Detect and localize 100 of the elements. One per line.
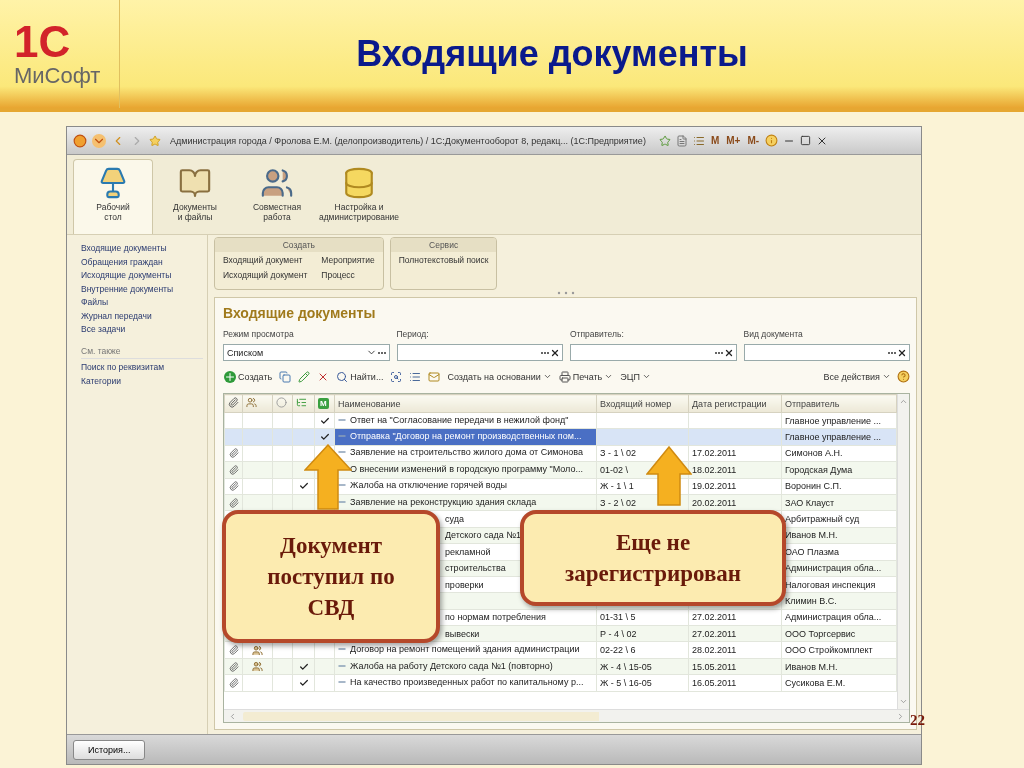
info-icon[interactable]	[765, 134, 779, 147]
column-header[interactable]: Наименование	[334, 394, 597, 413]
people-icon	[260, 166, 294, 200]
caret-icon	[542, 372, 552, 381]
section-tab[interactable]: Рабочий стол	[73, 159, 153, 234]
sidebar-link[interactable]: Входящие документы	[81, 243, 203, 253]
toolbar-button[interactable]: Создать	[223, 370, 274, 383]
sidebar-link[interactable]: Журнал передачи	[81, 310, 203, 321]
command-link[interactable]: Полнотекстовый поиск	[398, 255, 489, 265]
ellipsis-icon[interactable]	[540, 350, 550, 355]
table-cell: Договор на ремонт помещений здания администрации	[350, 644, 580, 655]
table-cell: по нормам потребления	[445, 612, 546, 623]
dropdown-field[interactable]: Списком	[223, 344, 390, 361]
sidebar-link[interactable]: Категории	[81, 375, 203, 386]
scroll-down-icon[interactable]	[899, 697, 908, 706]
table-cell: Ж - 4 \ 15-05	[596, 658, 689, 675]
circle-icon	[276, 397, 287, 408]
memory-button[interactable]: M	[709, 135, 721, 146]
toolbar-button[interactable]	[278, 370, 293, 383]
command-link[interactable]: Процесс	[321, 270, 375, 280]
help-icon[interactable]	[897, 370, 910, 383]
menu-icon[interactable]	[92, 133, 106, 148]
scroll-right-icon[interactable]	[896, 711, 905, 721]
table-cell: Воронин С.П.	[781, 478, 897, 495]
table-cell: Жалоба на отключение горячей воды	[350, 480, 507, 491]
column-header[interactable]: Дата регистрации	[688, 394, 782, 413]
column-header[interactable]: Отправитель	[781, 394, 897, 413]
toolbar-button[interactable]	[408, 370, 423, 383]
table-cell: строительства	[445, 563, 506, 574]
document-icon[interactable]	[675, 134, 688, 147]
column-header[interactable]	[224, 394, 243, 413]
toolbar-button[interactable]: ЭЦП	[619, 371, 652, 382]
toolbar-button[interactable]: Печать	[557, 370, 615, 383]
section-tab[interactable]: Настройка и администрирование	[319, 159, 399, 234]
group-title: Создать	[215, 238, 383, 252]
scroll-up-icon[interactable]	[899, 397, 908, 406]
command-link[interactable]: Исходящий документ	[223, 270, 308, 280]
add-favorite-icon[interactable]	[658, 134, 671, 147]
input-field[interactable]	[743, 344, 910, 361]
column-header[interactable]	[242, 394, 273, 413]
sidebar-link[interactable]: Исходящие документы	[81, 270, 203, 280]
column-header[interactable]	[292, 394, 315, 413]
history-button[interactable]: История...	[73, 739, 146, 760]
window-title: Администрация города / Фролова Е.М. (делопроизводитель) / 1С:Документооборот 8, редакц... (1С:Предприятие)	[170, 135, 646, 146]
section-tab[interactable]: Совместная работа	[237, 159, 317, 234]
paperclip-icon	[228, 677, 239, 688]
all-actions-button[interactable]: Все действия	[822, 371, 892, 382]
ellipsis-icon[interactable]	[376, 350, 387, 355]
table-cell: 28.02.2011	[688, 641, 782, 659]
paperclip-icon	[228, 397, 239, 408]
memory-button[interactable]: M+	[725, 135, 742, 146]
table-cell: вывески	[445, 628, 480, 639]
ellipsis-icon[interactable]	[887, 350, 897, 355]
sidebar-link[interactable]: Файлы	[81, 297, 203, 307]
table-cell: Р - 4 \ 02	[596, 625, 689, 642]
sidebar-link[interactable]: Обращения граждан	[81, 256, 203, 267]
input-field[interactable]	[396, 344, 563, 361]
sidebar-link[interactable]: Внутренние документы	[81, 283, 203, 294]
command-link[interactable]: Мероприятие	[321, 255, 375, 265]
vertical-scrollbar[interactable]	[897, 394, 909, 709]
favorites-icon[interactable]	[149, 134, 161, 147]
horizontal-scrollbar[interactable]	[224, 709, 909, 722]
list-icon[interactable]	[692, 134, 705, 147]
printer-icon	[558, 370, 571, 383]
table-cell: Главное управление ...	[781, 412, 897, 429]
filter-label: Отправитель:	[570, 329, 625, 339]
table-cell: 02-22 \ 6	[596, 641, 689, 659]
sidebar-heading: См. также	[81, 345, 203, 359]
checkmark-icon	[319, 415, 330, 426]
slide-title: Входящие документы	[355, 33, 749, 75]
memory-button[interactable]: M-	[746, 135, 761, 146]
table-cell: Отправка "Договор на ремонт производственных пом...	[350, 431, 582, 442]
clear-icon[interactable]	[897, 347, 907, 358]
toolbar-button[interactable]	[389, 370, 404, 383]
checkmark-icon	[298, 661, 309, 672]
table-cell: проверки	[445, 579, 484, 590]
paperclip-icon	[228, 661, 239, 672]
paperclip-icon	[228, 645, 239, 656]
toolbar-button[interactable]	[297, 370, 312, 383]
section-tab[interactable]: Документы и файлы	[155, 159, 235, 234]
command-link[interactable]: Входящий документ	[223, 255, 308, 265]
ellipsis-icon[interactable]	[713, 350, 724, 355]
scroll-left-icon[interactable]	[228, 711, 237, 721]
clear-icon[interactable]	[550, 347, 560, 358]
app-logo-icon	[73, 133, 87, 148]
sidebar-link[interactable]: Поиск по реквизитам	[81, 362, 203, 372]
table-cell: 19.02.2011	[688, 478, 782, 495]
toolbar-button[interactable]	[427, 370, 442, 383]
caret-icon	[641, 372, 651, 381]
column-header[interactable]: Входящий номер	[596, 394, 689, 413]
toolbar-button[interactable]: Создать на основании	[446, 371, 553, 382]
table-cell: 27.02.2011	[688, 625, 782, 642]
filter-label: Вид документа	[743, 329, 804, 339]
table-cell: На качество произведенных работ по капитальному р...	[350, 676, 584, 687]
toolbar-button[interactable]: Найти...	[335, 370, 385, 383]
maximize-icon[interactable]	[800, 135, 812, 146]
clear-icon[interactable]	[723, 347, 734, 358]
column-header[interactable]	[272, 394, 293, 413]
sidebar-link[interactable]: Все задачи	[81, 324, 203, 334]
input-field[interactable]	[570, 344, 737, 361]
